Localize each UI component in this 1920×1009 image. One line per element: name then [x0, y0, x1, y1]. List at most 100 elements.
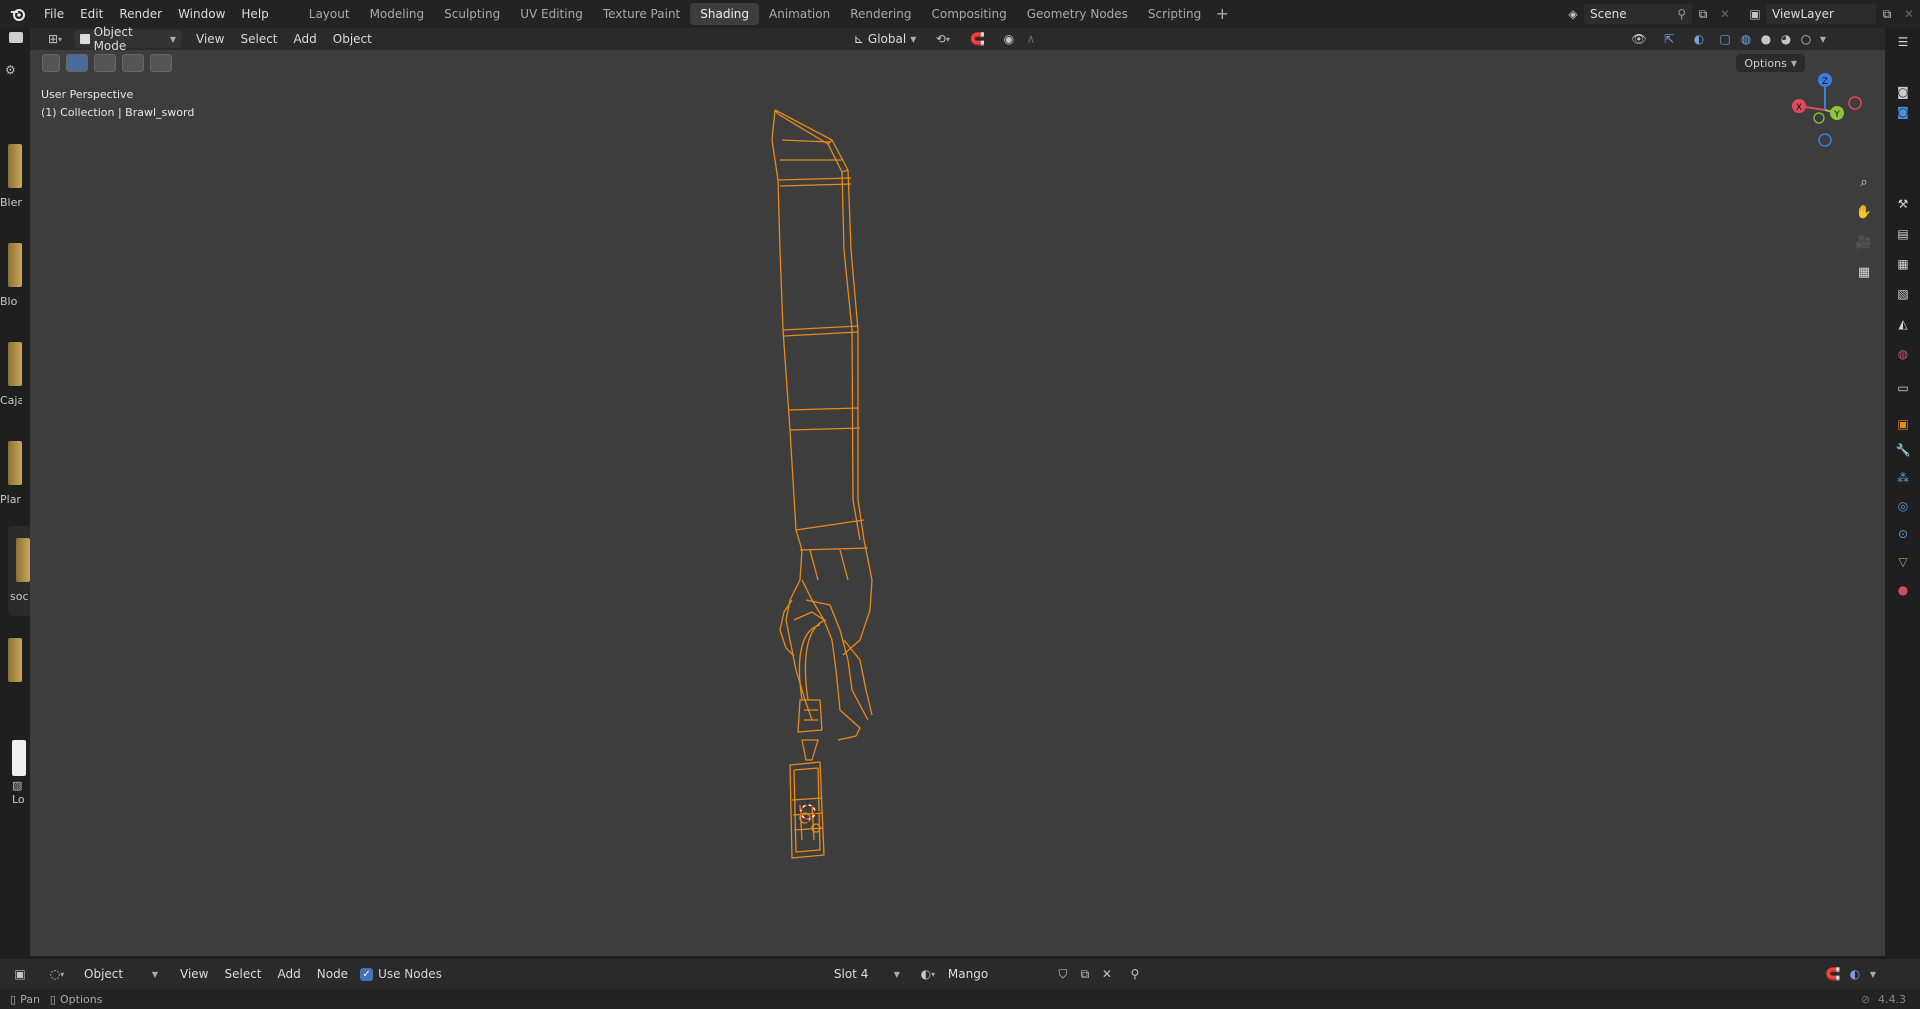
snap-magnet-icon[interactable]: 🧲 [1822, 964, 1844, 984]
menu-select[interactable]: Select [232, 28, 285, 50]
xray-icon[interactable]: ▢ [1714, 29, 1736, 49]
unlink-material-icon[interactable]: ✕ [1096, 964, 1118, 984]
orientation-dropdown[interactable]: ⊾ Global ▼ [847, 30, 920, 48]
tab-scripting[interactable]: Scripting [1138, 3, 1211, 25]
use-nodes-toggle[interactable]: ✓ Use Nodes [360, 967, 442, 981]
fake-user-shield-icon[interactable]: ⛉ [1052, 964, 1074, 984]
mode-dropdown[interactable]: Object Mode ▼ [74, 25, 182, 53]
menu-edit[interactable]: Edit [72, 3, 111, 25]
rendered-shading-icon[interactable]: ○ [1796, 29, 1816, 49]
3d-viewport[interactable]: User Perspective (1) Collection | Brawl_… [30, 50, 1885, 956]
view-layer-icon[interactable]: ▣ [1744, 4, 1766, 24]
outliner-icon[interactable]: ☰ [1893, 32, 1913, 52]
menu-add[interactable]: Add [286, 28, 325, 50]
tab-rendering[interactable]: Rendering [840, 3, 921, 25]
chevron-down-icon[interactable]: ▼ [1866, 964, 1880, 984]
select-tool-icon[interactable] [42, 54, 60, 72]
particles-icon[interactable]: ⁂ [1893, 468, 1913, 488]
view-layer-field[interactable]: ViewLayer [1766, 4, 1876, 24]
asset-item[interactable]: soc [8, 526, 30, 616]
modifier-wrench-icon[interactable]: 🔧 [1893, 440, 1913, 460]
visibility-icon[interactable]: 👁 [1624, 29, 1654, 49]
tab-layout[interactable]: Layout [299, 3, 360, 25]
tab-uv-editing[interactable]: UV Editing [510, 3, 593, 25]
menu-select[interactable]: Select [216, 963, 269, 985]
menu-file[interactable]: File [36, 3, 72, 25]
editor-type-icon[interactable]: ⊞ ▾ [40, 29, 70, 49]
add-workspace-icon[interactable]: + [1211, 3, 1233, 25]
slot-dropdown[interactable]: Slot 4 ▼ [827, 965, 906, 983]
material-browse-icon[interactable]: ◐ ▾ [914, 964, 942, 984]
output-icon[interactable]: ▦ [1893, 254, 1913, 274]
gizmo-icon[interactable]: ⇱ [1654, 29, 1684, 49]
tab-animation[interactable]: Animation [759, 3, 840, 25]
delete-scene-icon[interactable]: ✕ [1714, 4, 1736, 24]
pan-hand-icon[interactable]: ✋ [1852, 200, 1876, 224]
blender-logo-icon[interactable] [0, 0, 36, 28]
mesh-data-icon[interactable]: ▽ [1893, 552, 1913, 572]
tab-sculpting[interactable]: Sculpting [434, 3, 510, 25]
select-extend-icon[interactable] [94, 54, 116, 72]
scene-prop-icon[interactable]: ◭ [1893, 314, 1913, 334]
editor-type-icon[interactable]: ▣ [8, 964, 32, 984]
new-scene-icon[interactable]: ⧉ [1692, 4, 1714, 24]
scene-field[interactable]: Scene ⚲ [1584, 4, 1692, 24]
duplicate-material-icon[interactable]: ⧉ [1074, 964, 1096, 984]
tab-geometry-nodes[interactable]: Geometry Nodes [1017, 3, 1138, 25]
view-layer-prop-icon[interactable]: ▧ [1893, 284, 1913, 304]
asset-item[interactable]: Plar [0, 441, 22, 506]
physics-icon[interactable]: ◎ [1893, 496, 1913, 516]
pivot-icon[interactable]: ⟲ ▾ [928, 29, 958, 49]
collection-icon[interactable]: ▭ [1893, 378, 1913, 398]
asset-item[interactable]: Caja [0, 342, 22, 407]
asset-browser-icon[interactable]: ⚙ [5, 63, 16, 77]
world-icon[interactable]: ◍ [1893, 344, 1913, 364]
render-icon[interactable]: ▤ [1893, 224, 1913, 244]
constraints-icon[interactable]: ⊙ [1893, 524, 1913, 544]
menu-window[interactable]: Window [170, 3, 233, 25]
falloff-icon[interactable]: ∧ [1020, 29, 1042, 49]
select-intersect-icon[interactable] [150, 54, 172, 72]
select-box-icon[interactable] [66, 54, 88, 72]
tab-shading[interactable]: Shading [690, 3, 759, 25]
shader-type-icon[interactable]: ◌ ▾ [42, 964, 72, 984]
overlay-icon[interactable]: ◐ [1684, 29, 1714, 49]
new-view-layer-icon[interactable]: ⧉ [1876, 4, 1898, 24]
material-icon[interactable]: ● [1893, 580, 1913, 600]
tab-compositing[interactable]: Compositing [921, 3, 1016, 25]
object-dropdown[interactable]: Object ▼ [78, 965, 164, 983]
proportional-edit-icon[interactable]: ◉ [998, 29, 1020, 49]
chevron-down-icon[interactable]: ▼ [1816, 29, 1830, 49]
tab-modeling[interactable]: Modeling [360, 3, 435, 25]
zoom-icon[interactable]: ⌕ [1852, 170, 1876, 194]
select-subtract-icon[interactable] [122, 54, 144, 72]
wireframe-shading-icon[interactable]: ◍ [1736, 29, 1756, 49]
perspective-toggle-icon[interactable]: ▦ [1852, 260, 1876, 284]
camera-icon[interactable]: ◙ [1893, 82, 1913, 102]
camera-view-icon[interactable]: 🎥 [1852, 230, 1876, 254]
menu-object[interactable]: Object [325, 28, 380, 50]
menu-view[interactable]: View [188, 28, 232, 50]
scene-type-icon[interactable]: ◈ [1562, 4, 1584, 24]
menu-add[interactable]: Add [270, 963, 309, 985]
asset-item[interactable] [0, 638, 22, 682]
menu-view[interactable]: View [172, 963, 216, 985]
sword-wireframe[interactable] [720, 100, 920, 900]
overlay-icon[interactable]: ◐ [1844, 964, 1866, 984]
asset-item[interactable]: ▨ Lo [12, 740, 30, 806]
navigation-gizmo[interactable]: Z X Y [1785, 70, 1865, 150]
tab-texture-paint[interactable]: Texture Paint [593, 3, 690, 25]
pin-icon[interactable]: ⚲ [1124, 964, 1146, 984]
folder-icon[interactable] [9, 32, 23, 43]
solid-shading-icon[interactable]: ● [1756, 29, 1776, 49]
asset-item[interactable]: Blen [0, 144, 22, 209]
material-name-field[interactable]: Mango [941, 964, 1052, 984]
menu-help[interactable]: Help [233, 3, 276, 25]
material-shading-icon[interactable]: ◕ [1776, 29, 1796, 49]
asset-item[interactable]: Blo [0, 243, 22, 308]
checkbox-checked-icon[interactable]: ✓ [360, 967, 374, 981]
pin-icon[interactable]: ⚲ [1677, 7, 1686, 21]
camera-active-icon[interactable]: ◙ [1893, 102, 1913, 122]
menu-node[interactable]: Node [309, 963, 356, 985]
delete-view-layer-icon[interactable]: ✕ [1898, 4, 1920, 24]
